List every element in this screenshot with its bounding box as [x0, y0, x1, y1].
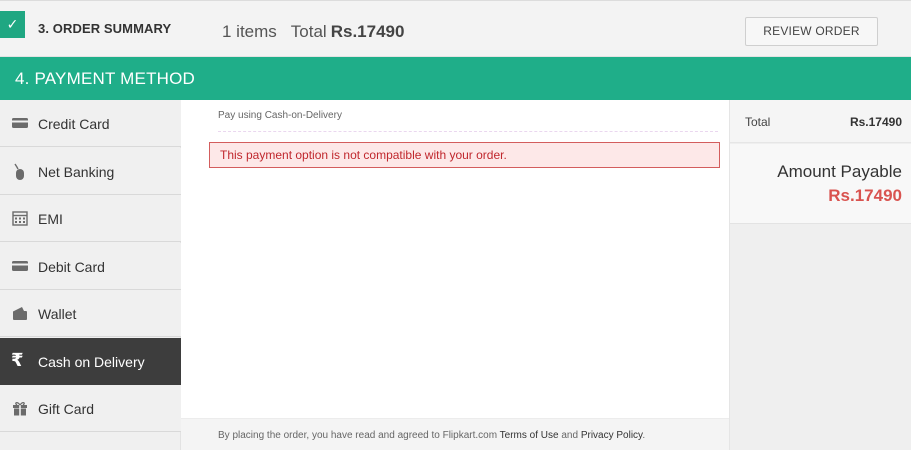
amount-payable-value: Rs.17490: [828, 186, 902, 205]
payment-method-title: 4. PAYMENT METHOD: [15, 69, 196, 88]
agreement-text: By placing the order, you have read and …: [218, 430, 645, 441]
payment-method-label: Credit Card: [38, 116, 110, 132]
payment-method-debit-card[interactable]: Debit Card: [0, 243, 181, 290]
items-count: 1 items: [222, 22, 277, 41]
payment-method-header: 4. PAYMENT METHOD: [0, 57, 911, 100]
payment-details-panel: Pay using Cash-on-Delivery This payment …: [181, 100, 729, 450]
terms-of-use-link[interactable]: Terms of Use: [500, 430, 559, 441]
price-details-panel: Total Rs.17490 Amount Payable Rs.17490: [729, 100, 911, 450]
payment-method-label: Wallet: [38, 306, 77, 322]
payment-methods-sidebar: Credit Card Net Banking EMI Debit Card W…: [0, 100, 181, 450]
dashed-divider: [218, 131, 718, 132]
total-value: Rs.17490: [849, 115, 902, 129]
error-message: This payment option is not compatible wi…: [209, 142, 720, 168]
payment-method-label: EMI: [38, 211, 63, 227]
gift-icon: [11, 400, 29, 416]
amount-payable-box: Amount Payable Rs.17490: [730, 144, 911, 224]
summary-total-label: Total: [290, 22, 327, 41]
order-summary-title: 3. ORDER SUMMARY: [38, 21, 172, 36]
order-summary-info: 1 items Total Rs.17490: [222, 22, 404, 42]
wallet-icon: [11, 305, 29, 321]
payment-method-emi[interactable]: EMI: [0, 195, 181, 242]
debit-card-icon: [11, 258, 29, 274]
pay-using-heading: Pay using Cash-on-Delivery: [218, 110, 342, 121]
agreement-and: and: [558, 430, 581, 441]
payment-method-label: Net Banking: [38, 164, 115, 180]
agreement-footer: By placing the order, you have read and …: [181, 418, 729, 450]
calendar-icon: [11, 210, 29, 226]
payment-method-label: Debit Card: [38, 259, 105, 275]
payment-method-credit-card[interactable]: Credit Card: [0, 100, 181, 147]
total-label: Total: [745, 115, 771, 129]
payment-method-label: Cash on Delivery: [38, 354, 145, 370]
privacy-policy-link[interactable]: Privacy Policy: [581, 430, 643, 441]
amount-payable-label: Amount Payable: [777, 162, 902, 181]
credit-card-icon: [11, 115, 29, 131]
summary-total-value: Rs.17490: [330, 22, 405, 41]
agreement-prefix: By placing the order, you have read and …: [218, 430, 500, 441]
order-summary-bar: ✓ 3. ORDER SUMMARY 1 items Total Rs.17490 …: [0, 0, 911, 57]
total-row: Total Rs.17490: [730, 100, 911, 143]
mouse-icon: [11, 163, 29, 180]
review-order-button[interactable]: REVIEW ORDER: [745, 17, 878, 46]
payment-method-net-banking[interactable]: Net Banking: [0, 148, 181, 195]
payment-method-wallet[interactable]: Wallet: [0, 290, 181, 337]
payment-method-cash-on-delivery[interactable]: ₹ Cash on Delivery: [0, 338, 181, 385]
check-icon: ✓: [0, 11, 25, 38]
payment-method-gift-card[interactable]: Gift Card: [0, 385, 181, 432]
payment-method-label: Gift Card: [38, 401, 95, 417]
agreement-suffix: .: [642, 430, 646, 441]
rupee-icon: ₹: [11, 350, 24, 370]
